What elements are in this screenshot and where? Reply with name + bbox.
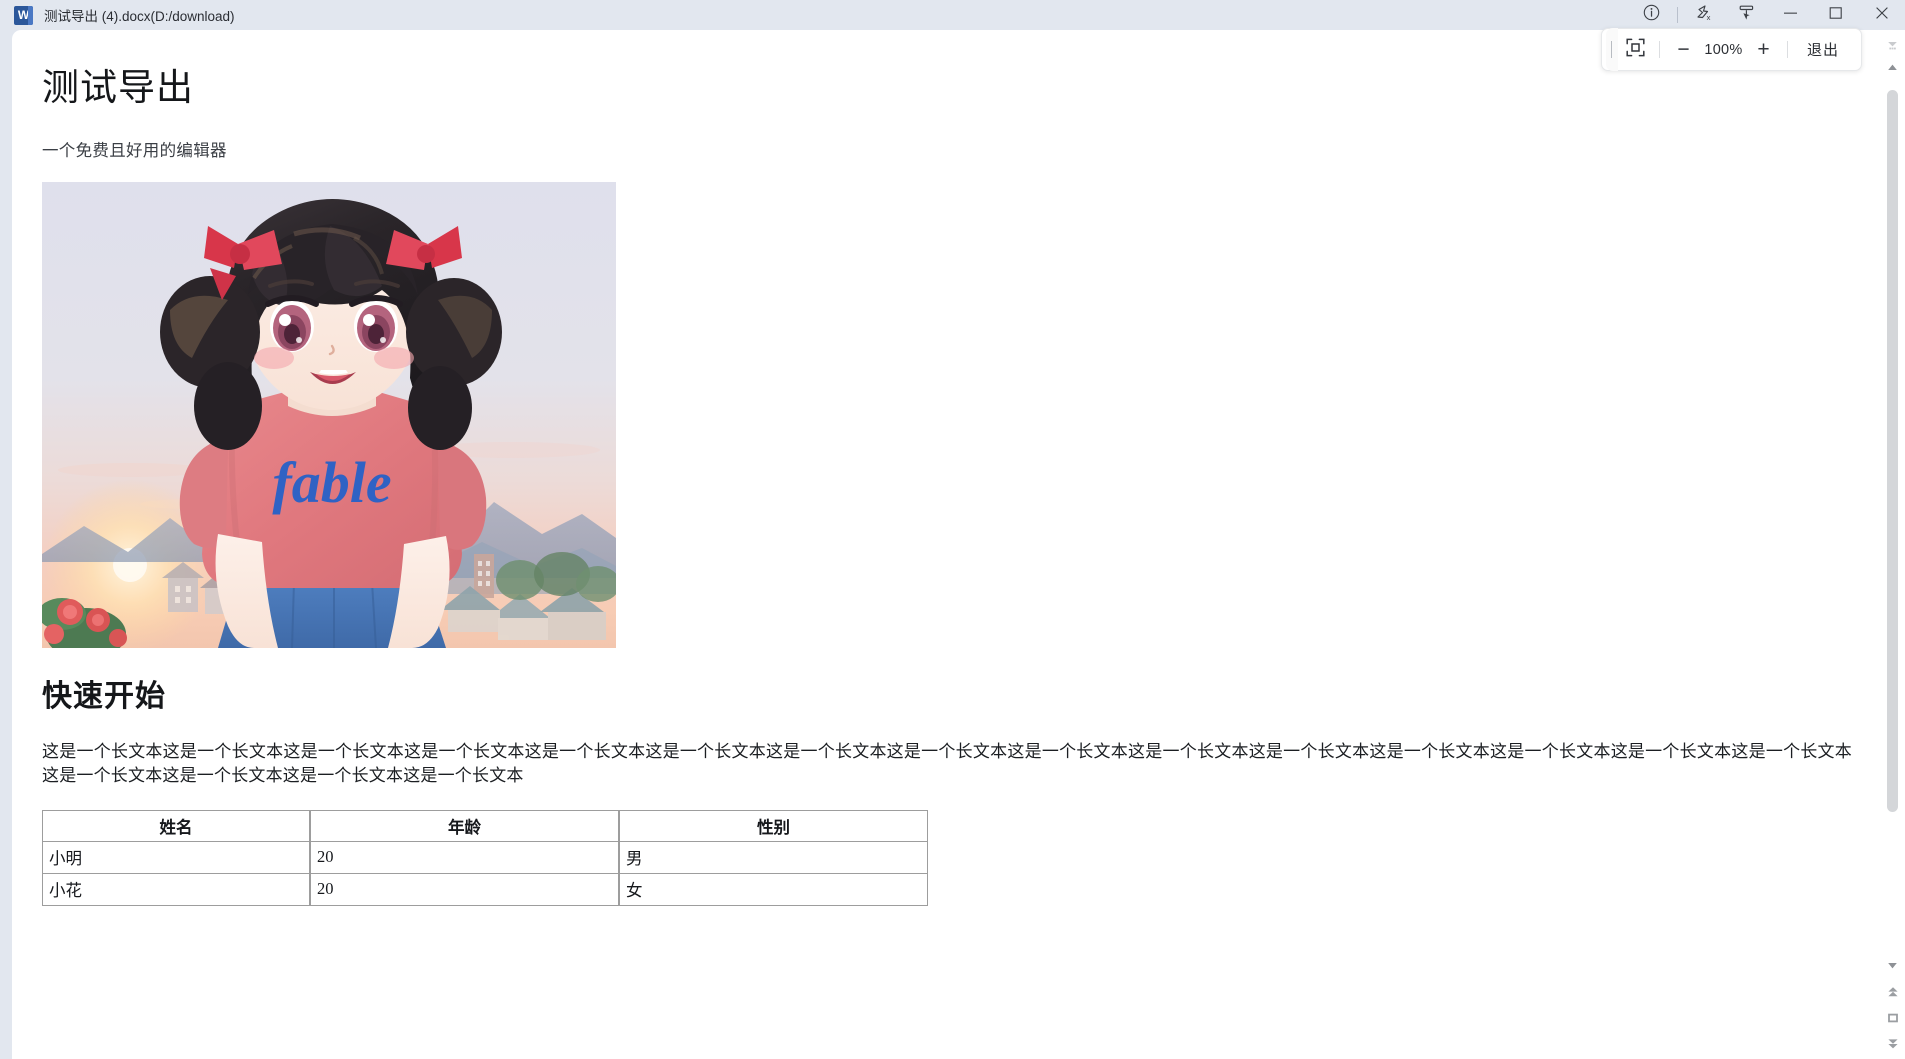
info-button[interactable] bbox=[1630, 0, 1672, 30]
scroll-down-arrow-icon[interactable] bbox=[1880, 956, 1905, 975]
table-cell-gender[interactable]: 女 bbox=[619, 873, 928, 906]
table-cell-gender[interactable]: 男 bbox=[619, 841, 928, 874]
select-tool-icon bbox=[1737, 4, 1756, 27]
svg-text:x: x bbox=[1706, 13, 1710, 22]
table-body: 小明 20 男 小花 20 女 bbox=[42, 841, 928, 906]
zoom-divider-2 bbox=[1786, 41, 1788, 58]
zoom-in-button[interactable]: + bbox=[1748, 34, 1779, 65]
table-header-age: 年龄 bbox=[310, 809, 619, 842]
table-header-row: 姓名 年龄 性别 bbox=[42, 809, 928, 842]
collapse-up-icon[interactable] bbox=[1880, 36, 1905, 55]
maximize-button[interactable] bbox=[1813, 0, 1859, 30]
select-tool-button[interactable] bbox=[1725, 0, 1767, 30]
shirt-text: fable bbox=[272, 450, 391, 515]
maximize-icon bbox=[1829, 6, 1843, 25]
vertical-scrollbar[interactable] bbox=[1880, 30, 1905, 1059]
zoom-divider-1 bbox=[1658, 41, 1660, 58]
page-title: 测试导出 bbox=[42, 68, 194, 109]
scrollbar-bottom-icons bbox=[1880, 956, 1905, 1053]
table-cell-name[interactable]: 小明 bbox=[42, 841, 310, 874]
close-button[interactable] bbox=[1859, 0, 1905, 30]
fit-to-screen-icon bbox=[1625, 37, 1646, 63]
toolbar-drag-handle[interactable] bbox=[1605, 28, 1618, 71]
page-up-icon[interactable] bbox=[1880, 982, 1905, 1001]
page-subtitle: 一个免费且好用的编辑器 bbox=[42, 140, 227, 160]
window-title: 测试导出 (4).docx(D:/download) bbox=[44, 9, 235, 24]
data-table: 姓名 年龄 性别 小明 20 男 小花 20 女 bbox=[42, 809, 928, 906]
zoom-level-label[interactable]: 100% bbox=[1701, 42, 1746, 58]
ink-off-icon: x bbox=[1695, 4, 1714, 27]
page-down-icon[interactable] bbox=[1880, 1034, 1905, 1053]
scrollbar-thumb[interactable] bbox=[1887, 90, 1898, 812]
section-heading-quick-start: 快速开始 bbox=[42, 679, 166, 713]
titlebar-controls: x bbox=[1630, 0, 1905, 30]
titlebar-left-group: W 测试导出 (4).docx(D:/download) bbox=[0, 5, 235, 25]
word-app-icon-letter: W bbox=[17, 8, 30, 22]
titlebar-divider bbox=[1677, 7, 1678, 23]
table-header-name: 姓名 bbox=[42, 809, 310, 842]
plus-icon: + bbox=[1757, 38, 1770, 61]
zoom-toolbar: − 100% + 退出 bbox=[1600, 28, 1862, 71]
table-cell-age[interactable]: 20 bbox=[310, 841, 619, 874]
minimize-button[interactable] bbox=[1767, 0, 1813, 30]
document-content-area[interactable]: 测试导出 一个免费且好用的编辑器 fable 快速开始 这是一个长文本这是一个长… bbox=[12, 30, 1862, 1059]
ink-off-button[interactable]: x bbox=[1683, 0, 1725, 30]
exit-label: 退出 bbox=[1806, 42, 1839, 59]
table-cell-age[interactable]: 20 bbox=[310, 873, 619, 906]
scrollbar-top-icons bbox=[1880, 36, 1905, 77]
scroll-up-arrow-icon[interactable] bbox=[1880, 58, 1905, 77]
table-head: 姓名 年龄 性别 bbox=[42, 809, 928, 842]
window-titlebar: W 测试导出 (4).docx(D:/download) x bbox=[0, 0, 1905, 30]
minimize-icon bbox=[1783, 6, 1798, 24]
exit-button[interactable]: 退出 bbox=[1796, 34, 1850, 65]
table-cell-name[interactable]: 小花 bbox=[42, 873, 310, 906]
table-row[interactable]: 小明 20 男 bbox=[42, 841, 928, 874]
body-paragraph: 这是一个长文本这是一个长文本这是一个长文本这是一个长文本这是一个长文本这是一个长… bbox=[42, 741, 1852, 785]
info-icon bbox=[1643, 4, 1660, 26]
document-sheet: 测试导出 一个免费且好用的编辑器 fable 快速开始 这是一个长文本这是一个长… bbox=[12, 30, 1880, 1059]
anime-girl-sunset-illustration: fable bbox=[42, 181, 616, 648]
illustration-svg: fable bbox=[42, 181, 616, 648]
close-icon bbox=[1875, 6, 1889, 25]
scrollbar-track[interactable] bbox=[1887, 90, 1898, 949]
word-app-icon: W bbox=[14, 5, 33, 25]
table-header-gender: 性别 bbox=[619, 809, 928, 842]
fit-to-screen-button[interactable] bbox=[1620, 34, 1651, 65]
minus-icon: − bbox=[1677, 38, 1690, 61]
page-box-icon[interactable] bbox=[1880, 1008, 1905, 1027]
table-row[interactable]: 小花 20 女 bbox=[42, 873, 928, 906]
zoom-out-button[interactable]: − bbox=[1668, 34, 1699, 65]
